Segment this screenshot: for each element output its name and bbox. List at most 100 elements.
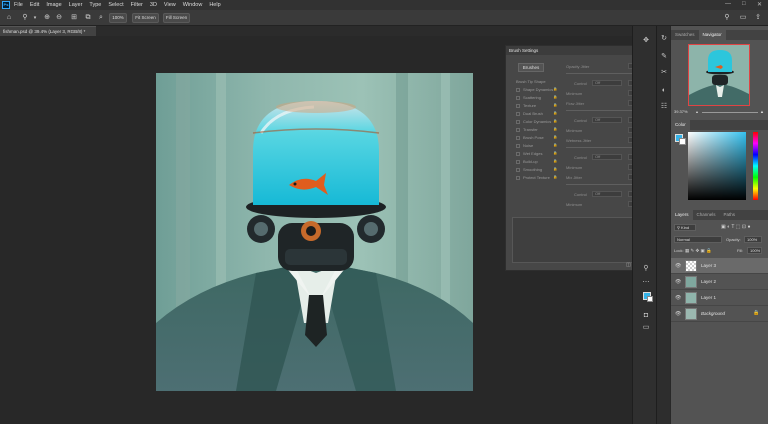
lock-icon[interactable]: 🔒 [553,167,557,171]
menu-select[interactable]: Select [108,2,123,8]
menu-type[interactable]: Type [89,2,101,8]
lock-icon[interactable]: 🔒 [553,175,557,179]
tab-color[interactable]: Color [671,120,690,130]
tab-paths[interactable]: Paths [720,210,740,220]
checkbox[interactable] [516,135,520,140]
scrubby-zoom-icon[interactable]: ⌕ [96,13,106,23]
share-icon[interactable]: ⇪ [753,13,763,23]
zoom-out-small-icon[interactable]: ▴ [696,108,698,116]
zoom-all-windows-icon[interactable]: ⧉ [83,13,93,23]
hue-slider[interactable] [753,132,758,200]
brushes-button[interactable]: Brushes [518,63,544,72]
lock-icon[interactable]: 🔒 [553,159,557,163]
tab-navigator[interactable]: Navigator [698,30,726,40]
menu-file[interactable]: File [14,2,23,8]
option-noise[interactable]: Noise [516,143,533,148]
zoom-tool-icon[interactable]: ⚲ [641,264,651,274]
tab-swatches[interactable]: Swatches [671,30,699,40]
background-color-swatch[interactable] [647,296,653,302]
brush-settings-icon[interactable]: ✂ [659,68,669,78]
lock-options-icons[interactable]: ▦ ✎ ✥ ▣ 🔒 [685,248,712,254]
layer-row[interactable]: 👁 Layer 1 [671,290,768,306]
option-brush-pose[interactable]: Brush Pose [516,135,544,140]
menu-3d[interactable]: 3D [150,2,157,8]
lock-icon[interactable]: 🔒 [553,87,557,91]
lock-icon[interactable]: 🔒 [553,127,557,131]
screen-mode-icon[interactable]: ▭ [641,323,651,333]
navigator-zoom-slider[interactable] [702,112,758,113]
layer-row[interactable]: 👁 Layer 3 [671,258,768,274]
control-select[interactable]: Off [592,117,622,123]
document-tab[interactable]: fishman.psd @ 39.4% (Layer 3, RGB/8) * [0,26,96,36]
visibility-eye-icon[interactable]: 👁 [675,295,681,301]
chevron-down-icon[interactable]: ▾ [30,13,40,23]
visibility-eye-icon[interactable]: 👁 [675,263,681,269]
blend-mode-select[interactable]: Normal [674,236,722,243]
option-smoothing[interactable]: Smoothing [516,167,542,172]
checkbox[interactable] [516,87,520,92]
option-protect-texture[interactable]: Protect Texture [516,175,550,180]
checkbox[interactable] [516,95,520,100]
layer-filter-kind[interactable]: ⚲ Kind [674,224,696,231]
checkbox[interactable] [516,143,520,148]
checkbox[interactable] [516,167,520,172]
control-select[interactable]: Off [592,154,622,160]
zoom-out-icon[interactable]: ⊖ [54,13,64,23]
lock-icon[interactable]: 🔒 [553,143,557,147]
menu-edit[interactable]: Edit [30,2,39,8]
control-select[interactable]: Off [592,80,622,86]
lock-icon[interactable]: 🔒 [553,103,557,107]
opacity-input[interactable]: 100% [744,236,762,243]
checkbox[interactable] [516,103,520,108]
lock-icon[interactable]: 🔒 [553,151,557,155]
workspace-icon[interactable]: ▭ [738,13,748,23]
fit-screen-button[interactable]: Fit Screen [132,13,159,23]
option-brush-tip-shape[interactable]: Brush Tip Shape [516,79,546,84]
checkbox[interactable] [516,127,520,132]
adjustments-icon[interactable]: ◐ [659,86,669,96]
option-build-up[interactable]: Build-up [516,159,538,164]
color-background-swatch[interactable] [679,138,686,145]
checkbox[interactable] [516,159,520,164]
zoom-in-large-icon[interactable]: ▲ [760,108,764,116]
option-texture[interactable]: Texture [516,103,536,108]
brush-icon[interactable]: ✎ [659,52,669,62]
home-icon[interactable]: ⌂ [4,13,14,23]
option-dual-brush[interactable]: Dual Brush [516,111,543,116]
control-select[interactable]: Off [592,191,622,197]
zoom-100-button[interactable]: 100% [109,13,127,23]
layer-row[interactable]: 👁 Background 🔒 [671,306,768,322]
color-picker-field[interactable] [688,132,746,200]
menu-help[interactable]: Help [209,2,220,8]
navigator-zoom-value[interactable]: 39.37% [674,109,688,114]
resize-windows-icon[interactable]: ⊞ [69,13,79,23]
layer-row[interactable]: 👁 Layer 2 [671,274,768,290]
move-tool-icon[interactable]: ✥ [641,36,651,46]
tab-channels[interactable]: Channels [693,210,720,220]
checkbox[interactable] [516,111,520,116]
lock-icon[interactable]: 🔒 [553,95,557,99]
lock-icon[interactable]: 🔒 [553,135,557,139]
navigator-thumbnail[interactable] [688,44,750,106]
option-wet-edges[interactable]: Wet Edges [516,151,543,156]
visibility-eye-icon[interactable]: 👁 [675,279,681,285]
option-shape-dynamics[interactable]: Shape Dynamics [516,87,553,92]
more-tools-icon[interactable]: ⋯ [641,278,651,288]
history-icon[interactable]: ↻ [659,34,669,44]
layer-filter-icons[interactable]: ▣ ◐ T ⬚ ⊡ ● [721,224,751,230]
toggle-live-tip-icon[interactable]: ◫ [626,262,631,268]
menu-layer[interactable]: Layer [69,2,83,8]
fill-input[interactable]: 100% [747,247,762,254]
fill-screen-button[interactable]: Fill Screen [163,13,190,23]
option-transfer[interactable]: Transfer [516,127,538,132]
search-icon[interactable]: ⚲ [722,13,732,23]
menu-view[interactable]: View [164,2,176,8]
properties-icon[interactable]: ☷ [659,102,669,112]
close-window-button[interactable]: ✕ [757,1,762,8]
tab-layers[interactable]: Layers [671,210,693,220]
lock-icon[interactable]: 🔒 [553,111,557,115]
zoom-in-icon[interactable]: ⊕ [42,13,52,23]
menu-filter[interactable]: Filter [131,2,143,8]
checkbox[interactable] [516,119,520,124]
document-canvas[interactable] [156,73,473,391]
